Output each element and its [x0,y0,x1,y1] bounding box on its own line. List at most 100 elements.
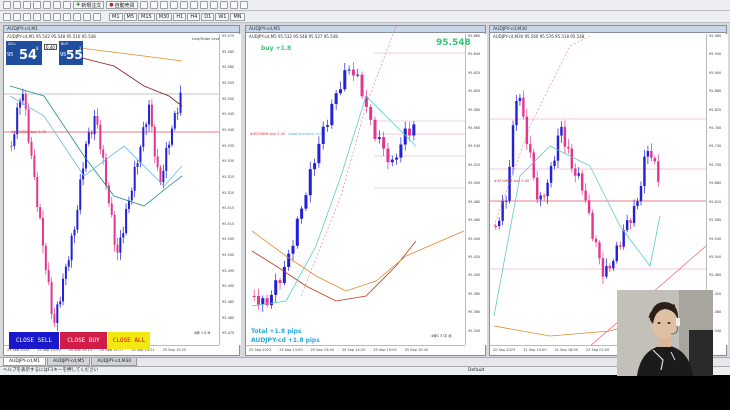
candlestick-plot[interactable] [246,26,487,357]
candle-body [560,126,563,136]
candle-body [508,166,511,201]
time-tick: 25 Sep 15:00 [373,348,397,352]
timeframe-m5-button[interactable]: M5 [123,12,137,21]
tester-icon[interactable] [63,1,71,9]
price-tick: 95.540 [468,144,481,149]
corner-text: 4枠1 3 中 北 [431,334,452,338]
horizontal-line-icon[interactable] [33,12,41,21]
time-axis[interactable]: 25 Sep 2023 25 Sep 13:00 25 Sep 13:40 25 Se… [246,345,465,355]
candle-body [70,235,73,261]
candle-body [525,116,529,145]
candle-body [591,212,594,239]
candle-body [24,94,27,110]
candle-body [168,144,171,148]
indicators-icon[interactable] [219,1,228,9]
trendline-icon[interactable] [43,12,51,21]
chart-tab[interactable]: AUDJPY-cd,M1 [3,358,47,366]
candle-body [62,278,65,302]
price-tick: 95.580 [468,107,481,112]
market-watch-icon[interactable] [23,1,31,9]
price-tick: 95.500 [222,253,235,258]
autotrade-label: 自動売買 [114,2,135,9]
candle-body [116,244,119,253]
templates-icon[interactable] [239,1,248,9]
buy-panel[interactable]: BUY 95 55 2 [59,41,83,65]
current-price-display: 95.548 [436,38,471,48]
profiles-icon[interactable] [13,1,21,9]
fibonacci-icon[interactable] [63,12,71,21]
candle-body [27,109,30,142]
candle-body [308,169,312,196]
timeframe-h4-button[interactable]: H4 [187,12,201,21]
status-help-text: ヘルプを表示するにはF1キーを押してください [3,368,99,373]
new-chart-icon[interactable] [3,1,11,9]
price-tick: 95.400 [468,273,481,278]
sell-panel[interactable]: SELL 95 54 8 [6,41,42,65]
tile-windows-icon[interactable] [189,1,198,9]
autoscroll-icon[interactable] [199,1,208,9]
bar-chart-icon[interactable] [139,1,148,9]
total-pips-label: Total +1.8 pips [251,328,302,335]
time-tick: 25 Sep 14:20 [341,348,366,352]
data-window-icon[interactable] [33,1,41,9]
navigator-icon[interactable] [43,1,51,9]
candle-body [321,126,325,144]
crosshair-icon[interactable] [13,12,21,21]
timeframe-mn-button[interactable]: MN [230,12,245,21]
corner-text: 4枠 1 0 N [194,331,211,335]
price-tick: 95.475 [222,331,235,336]
candlestick-plot[interactable] [4,26,241,357]
label-icon[interactable] [83,12,91,21]
candle-body [56,304,59,323]
chart-tab[interactable]: AUDJPY-cd,M30 [91,358,138,366]
time-tick: 25 Sep 13:40 [310,348,334,352]
price-axis[interactable]: 95.660 95.640 95.620 95.600 95.580 95.560 95.5… [465,34,487,345]
time-tick: 21 Sep 18:00 [554,348,578,352]
zoom-in-icon[interactable] [169,1,178,9]
timeframe-m30-button[interactable]: M30 [155,12,173,21]
channel-icon[interactable] [53,12,61,21]
candle-body [148,104,151,125]
close-all-button[interactable]: CLOSE ALL [108,332,150,349]
chart-window-m1[interactable]: AUDJPY-cd,M1 AUDJPY-cd,M1 95.542 95.548 … [3,25,241,357]
zoom-out-icon[interactable] [179,1,188,9]
lot-size-input[interactable]: 0.40 [44,44,57,50]
text-icon[interactable] [73,12,81,21]
price-axis[interactable]: 95.570 95.565 95.560 95.555 95.550 95.545 95.5… [219,34,241,345]
timeframe-d1-button[interactable]: D1 [201,12,215,21]
arrows-icon[interactable] [93,12,101,21]
candle-body [563,126,567,147]
candle-body [102,149,105,158]
close-sell-button[interactable]: CLOSE SELL [9,332,59,349]
chart-shift-icon[interactable] [209,1,218,9]
candle-body [133,166,136,191]
vertical-line-icon[interactable] [23,12,31,21]
cursor-icon[interactable] [3,12,11,21]
periods-icon[interactable] [229,1,238,9]
price-tick: 95.420 [468,254,481,259]
timeframe-m1-button[interactable]: M1 [109,12,123,21]
timeframe-m15-button[interactable]: M15 [138,12,155,21]
autotrade-button[interactable]: ● 自動売買 [106,1,138,9]
price-tick: 95.525 [222,174,235,179]
webcam-overlay [617,290,713,376]
chart-window-m5[interactable]: AUDJPY-cd,M5 AUDJPY-cd,M5 95.532 95.548 … [245,25,487,357]
new-order-button[interactable]: ✚ 新規注文 [73,1,105,9]
candle-body [304,195,308,209]
price-tick: 95.495 [222,268,235,273]
candlestick-icon[interactable] [149,1,158,9]
timeframe-w1-button[interactable]: W1 [215,12,230,21]
presenter-image [617,290,713,376]
terminal-icon[interactable] [53,1,61,9]
buy-label: BUY [61,42,69,46]
candle-body [580,173,584,191]
candle-body [347,69,351,71]
line-chart-icon[interactable] [159,1,168,9]
candle-body [313,163,317,170]
time-tick: 25 Sep 2023 [249,348,272,352]
close-buy-button[interactable]: CLOSE BUY [60,332,107,349]
timeframe-h1-button[interactable]: H1 [173,12,187,21]
chart-tab[interactable]: AUDJPY-cd,M5 [47,358,91,366]
candle-body [587,200,591,213]
price-tick: 95.485 [222,300,235,305]
